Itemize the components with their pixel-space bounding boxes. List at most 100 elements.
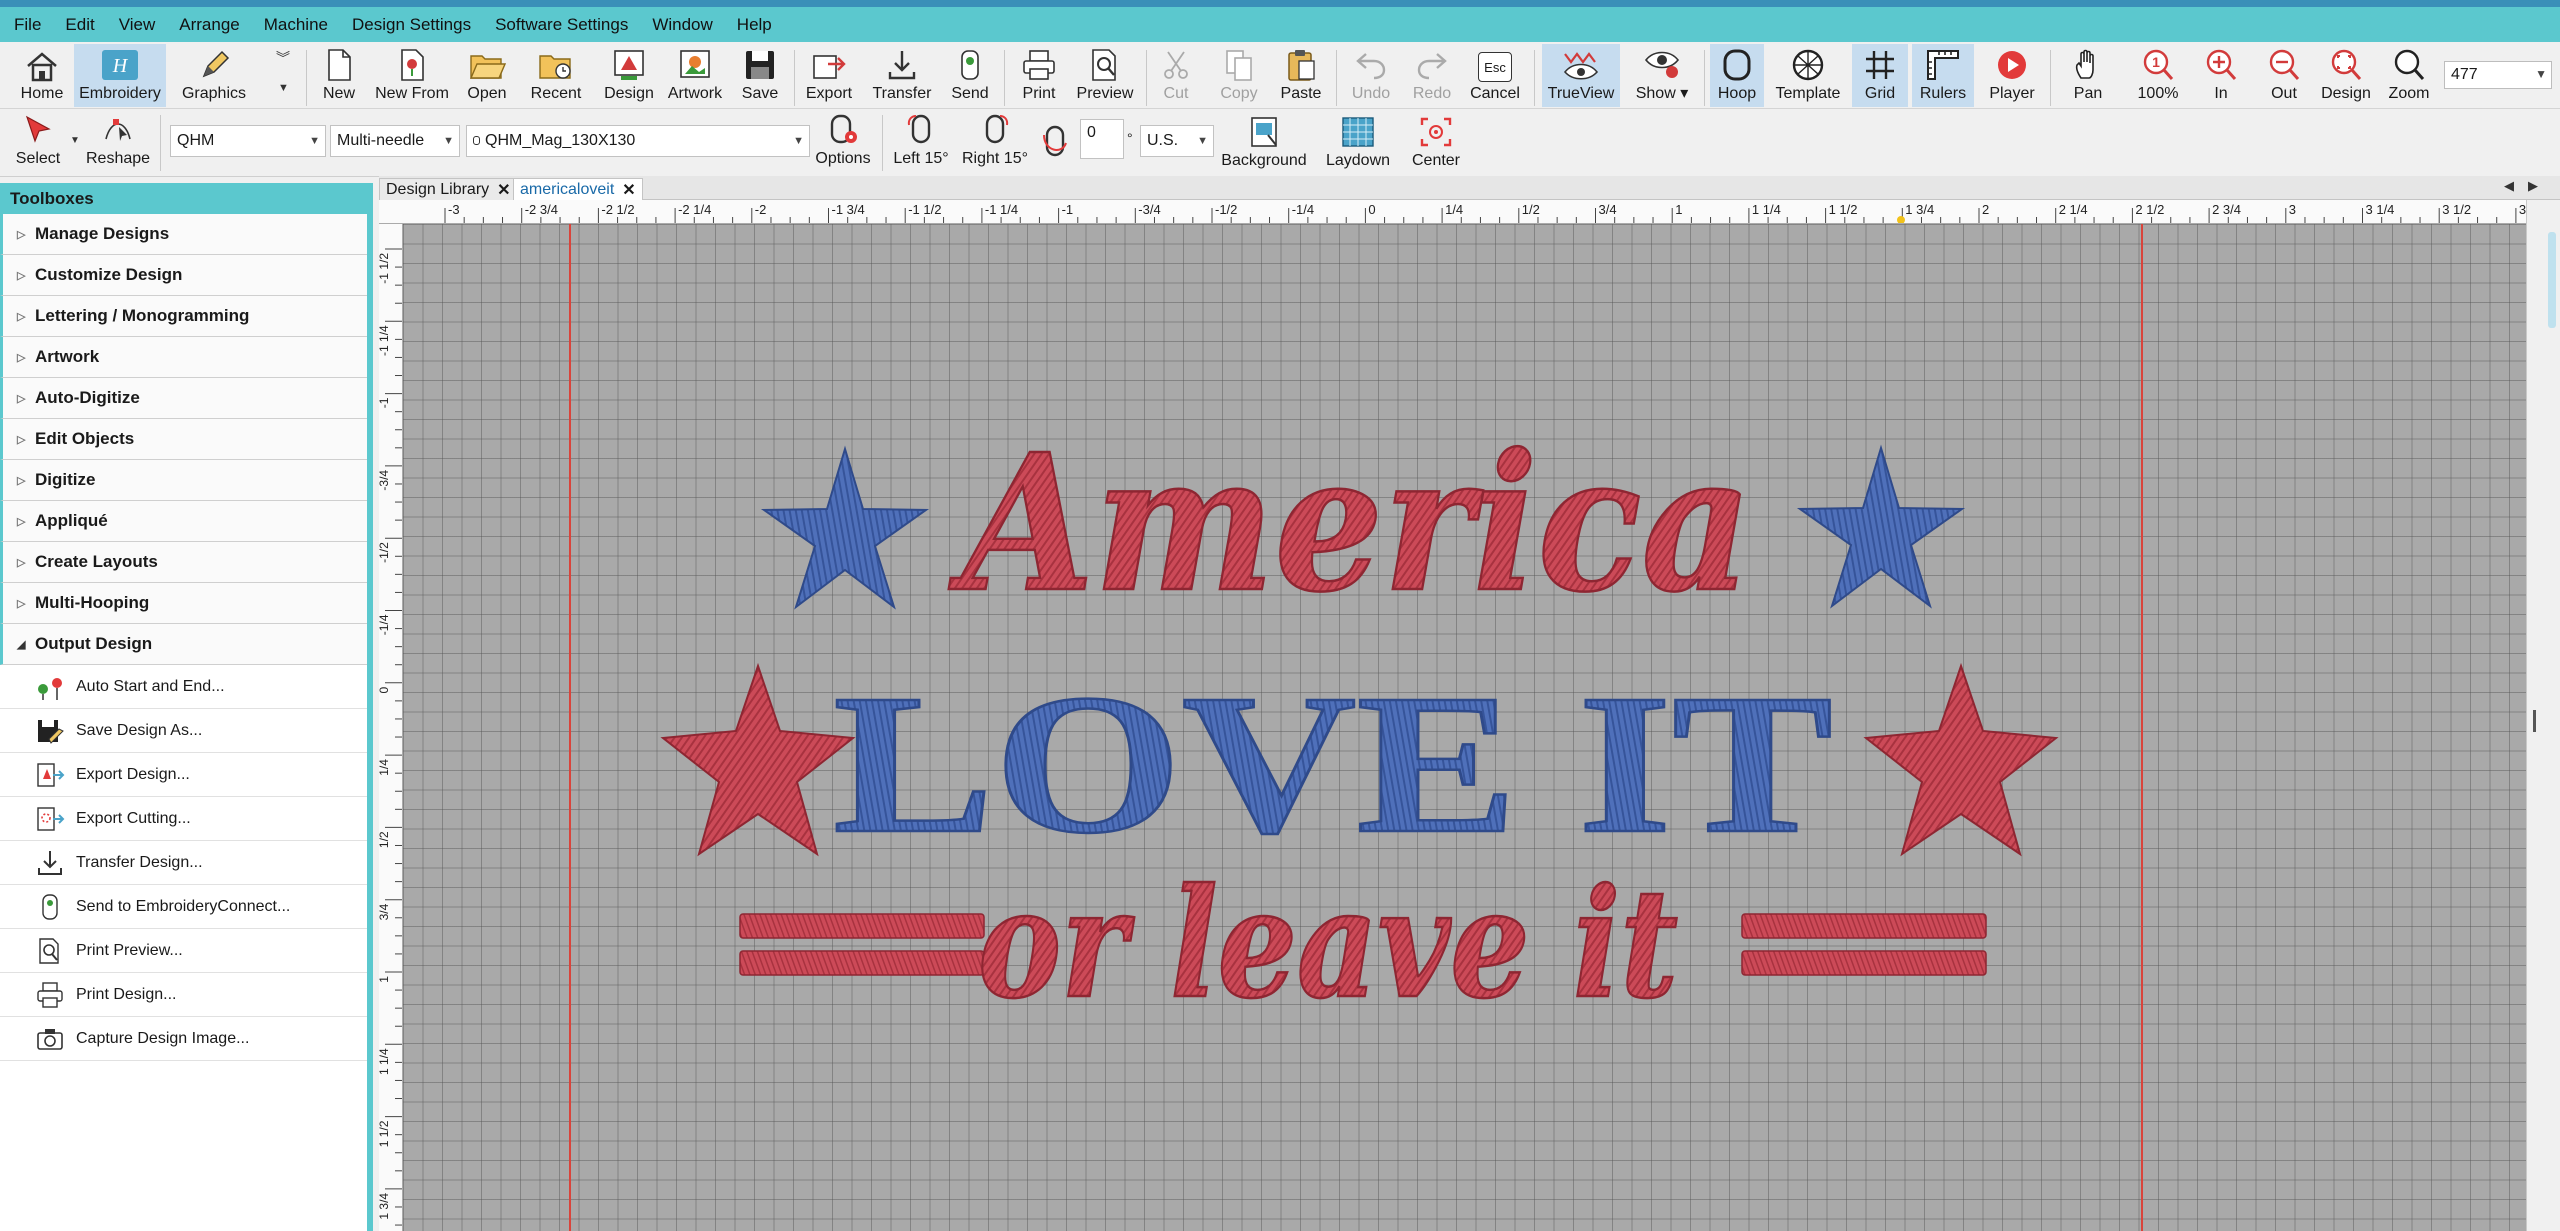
menu-software-settings[interactable]: Software Settings [495, 15, 628, 35]
auto-start-end-action[interactable]: Auto Start and End... [0, 665, 367, 709]
send-button[interactable]: Send [944, 44, 996, 107]
undo-button[interactable]: Undo [1346, 44, 1396, 107]
export-button[interactable]: Export [800, 44, 858, 107]
redo-button[interactable]: Redo [1408, 44, 1456, 107]
toolbox-multi-hooping[interactable]: ▷ Multi-Hooping [0, 583, 367, 624]
center-button[interactable]: Center [1404, 111, 1468, 174]
open-button[interactable]: Open [462, 44, 512, 107]
new-from-button[interactable]: New From [370, 44, 454, 107]
machine-format-select[interactable]: QHM ▼ [170, 125, 326, 157]
trueview-toggle[interactable]: TrueView [1542, 44, 1620, 107]
machine-type-select[interactable]: Multi-needle ▼ [330, 125, 460, 157]
menu-view[interactable]: View [119, 15, 156, 35]
save-design-as-action[interactable]: Save Design As... [0, 709, 367, 753]
units-select[interactable]: U.S. ▼ [1140, 125, 1214, 157]
pan-button[interactable]: Pan [2060, 44, 2116, 107]
export-cutting-action[interactable]: Export Cutting... [0, 797, 367, 841]
design-canvas[interactable]: America LOVE IT or leave it [403, 224, 2526, 1231]
design-open-button[interactable]: Design [600, 44, 658, 107]
embroidery-design[interactable]: America LOVE IT or leave it [403, 224, 2526, 1231]
menu-design-settings[interactable]: Design Settings [352, 15, 471, 35]
toolbox-applique[interactable]: ▷ Appliqué [0, 501, 367, 542]
save-button[interactable]: Save [736, 44, 784, 107]
tab-scroll-arrows[interactable]: ◀▶ [2504, 178, 2552, 194]
recent-button[interactable]: Recent [520, 44, 592, 107]
print-preview-action[interactable]: Print Preview... [0, 929, 367, 973]
toolbox-edit-objects[interactable]: ▷ Edit Objects [0, 419, 367, 460]
reshape-tool-button[interactable]: Reshape [86, 109, 150, 172]
capture-design-image-action[interactable]: Capture Design Image... [0, 1017, 367, 1061]
zoom-100-button[interactable]: 1 100% [2126, 44, 2190, 107]
select-dropdown-icon[interactable]: ▼ [70, 135, 80, 146]
print-preview-button[interactable]: Preview [1072, 44, 1138, 107]
design-text-or-leave-it: or leave it [978, 856, 1678, 1032]
hoop-options-button[interactable]: Options [810, 109, 876, 172]
artwork-open-button[interactable]: Artwork [664, 44, 726, 107]
menu-window[interactable]: Window [652, 15, 712, 35]
export-design-action[interactable]: Export Design... [0, 753, 367, 797]
select-tool-button[interactable]: Select [10, 109, 66, 172]
zoom-in-button[interactable]: In [2198, 44, 2244, 107]
tab-design-library[interactable]: Design Library ✕ [379, 178, 518, 200]
zoom-design-button[interactable]: Design [2316, 44, 2376, 107]
copy-button[interactable]: Copy [1212, 44, 1266, 107]
zoom-out-button[interactable]: Out [2260, 44, 2308, 107]
zoom-button[interactable]: Zoom [2384, 44, 2434, 107]
embroidery-mode-button[interactable]: H Embroidery [74, 44, 166, 107]
toolbox-output-design[interactable]: ◢ Output Design [0, 624, 367, 665]
menu-edit[interactable]: Edit [65, 15, 94, 35]
rotate-right-15-button[interactable]: Right 15° [958, 109, 1032, 172]
cancel-button[interactable]: Esc Cancel [1466, 44, 1524, 107]
zoom-in-icon [2206, 49, 2237, 80]
close-icon[interactable]: ✕ [622, 180, 635, 200]
player-button[interactable]: Player [1982, 44, 2042, 107]
hoop-select[interactable]: QHM_Mag_130X130 ▼ [466, 125, 810, 157]
cut-button[interactable]: Cut [1152, 44, 1200, 107]
menu-file[interactable]: File [14, 15, 41, 35]
vertical-ruler: -1 1/2 -1 1/4 -1 -3/4 -1/2 -1/4 0 1/4 1/2 3/4 1 1 1… [379, 224, 403, 1231]
send-embroideryconnect-action[interactable]: Send to EmbroideryConnect... [0, 885, 367, 929]
print-button[interactable]: Print [1014, 44, 1064, 107]
toolbox-auto-digitize[interactable]: ▷ Auto-Digitize [0, 378, 367, 419]
zoom-level-combo[interactable]: 477 ▼ [2444, 61, 2552, 89]
menu-arrange[interactable]: Arrange [179, 15, 239, 35]
show-menu-button[interactable]: Show ▾ [1628, 44, 1696, 107]
ruler-label: 1 1/4 [1752, 202, 1781, 217]
grid-toggle[interactable]: Grid [1852, 44, 1908, 107]
laydown-button[interactable]: Laydown [1320, 111, 1396, 174]
rulers-toggle[interactable]: Rulers [1912, 44, 1974, 107]
transfer-button[interactable]: Transfer [866, 44, 938, 107]
background-icon [1251, 117, 1277, 147]
rotate-left-15-button[interactable]: Left 15° [888, 109, 954, 172]
scrollbar-thumb[interactable] [2548, 232, 2556, 328]
template-toggle[interactable]: Template [1770, 44, 1846, 107]
toolbox-lettering[interactable]: ▷ Lettering / Monogramming [0, 296, 367, 337]
menu-help[interactable]: Help [737, 15, 772, 35]
rotation-angle-input[interactable]: 0 [1080, 119, 1124, 159]
toolbox-artwork[interactable]: ▷ Artwork [0, 337, 367, 378]
tab-americaloveit[interactable]: americaloveit ✕ [513, 178, 643, 200]
ruler-label: 1 1/4 [379, 1048, 391, 1075]
home-button[interactable]: Home [8, 44, 76, 107]
toolbox-customize-design[interactable]: ▷ Customize Design [0, 255, 367, 296]
vertical-scrollbar[interactable] [2526, 200, 2560, 1231]
new-button[interactable]: New [316, 44, 362, 107]
menu-machine[interactable]: Machine [264, 15, 328, 35]
transfer-design-action[interactable]: Transfer Design... [0, 841, 367, 885]
star-red-left [660, 662, 856, 857]
toolbox-create-layouts[interactable]: ▷ Create Layouts [0, 542, 367, 583]
paste-button[interactable]: Paste [1274, 44, 1328, 107]
background-button[interactable]: Background [1218, 111, 1310, 174]
rotate-hoop-icon[interactable] [1038, 121, 1072, 166]
toolbox-manage-designs[interactable]: ▷ Manage Designs [0, 214, 367, 255]
graphics-mode-button[interactable]: Graphics [176, 44, 252, 107]
toolbar-overflow-icon[interactable]: ︾ [276, 48, 290, 68]
artwork-icon [680, 50, 710, 78]
toolbox-digitize[interactable]: ▷ Digitize [0, 460, 367, 501]
hoop-toggle[interactable]: Hoop [1710, 44, 1764, 107]
expand-arrow-icon: ▷ [17, 556, 26, 569]
close-icon[interactable]: ✕ [497, 180, 510, 200]
print-design-action[interactable]: Print Design... [0, 973, 367, 1017]
ruler-label: 3/4 [379, 903, 391, 920]
toolbar-dropdown-icon[interactable]: ▼ [278, 82, 289, 94]
